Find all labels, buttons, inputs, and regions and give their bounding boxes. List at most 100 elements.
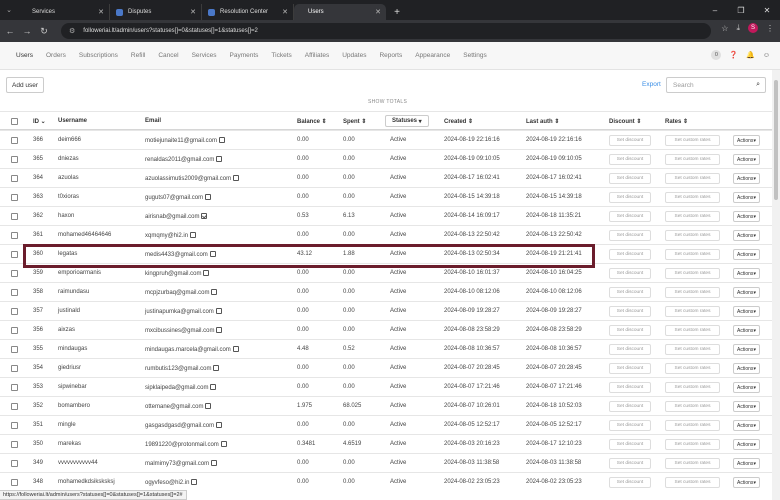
nav-item-refill[interactable]: Refill: [131, 52, 145, 59]
row-checkbox[interactable]: [11, 289, 18, 296]
set-discount-button[interactable]: Set discount: [609, 439, 651, 450]
page-scrollbar[interactable]: [772, 70, 780, 500]
actions-dropdown-button[interactable]: Actions ▾: [733, 249, 760, 260]
tab-close-icon[interactable]: ✕: [375, 8, 381, 16]
set-discount-button[interactable]: Set discount: [609, 192, 651, 203]
spent-column-header[interactable]: Spent ⇕: [343, 118, 366, 125]
browser-tab[interactable]: Services ✕: [18, 4, 110, 20]
download-icon[interactable]: ⤓: [736, 23, 740, 33]
statuses-filter-button[interactable]: Statuses ▾: [385, 115, 429, 127]
set-custom-rates-button[interactable]: Set custom rates: [665, 268, 720, 279]
last-auth-column-header[interactable]: Last auth ⇕: [526, 118, 559, 125]
set-discount-button[interactable]: Set discount: [609, 458, 651, 469]
set-custom-rates-button[interactable]: Set custom rates: [665, 344, 720, 355]
set-discount-button[interactable]: Set discount: [609, 230, 651, 241]
nav-item-subscriptions[interactable]: Subscriptions: [79, 52, 118, 59]
row-checkbox[interactable]: [11, 403, 18, 410]
actions-dropdown-button[interactable]: Actions ▾: [733, 192, 760, 203]
set-discount-button[interactable]: Set discount: [609, 154, 651, 165]
nav-item-services[interactable]: Services: [192, 52, 217, 59]
maximize-icon[interactable]: ❐: [728, 0, 754, 20]
set-custom-rates-button[interactable]: Set custom rates: [665, 135, 720, 146]
tab-close-icon[interactable]: ✕: [98, 8, 104, 16]
row-checkbox[interactable]: [11, 213, 18, 220]
set-discount-button[interactable]: Set discount: [609, 287, 651, 298]
row-checkbox[interactable]: [11, 232, 18, 239]
set-discount-button[interactable]: Set discount: [609, 211, 651, 222]
nav-item-orders[interactable]: Orders: [46, 52, 66, 59]
actions-dropdown-button[interactable]: Actions ▾: [733, 344, 760, 355]
set-custom-rates-button[interactable]: Set custom rates: [665, 192, 720, 203]
actions-dropdown-button[interactable]: Actions ▾: [733, 439, 760, 450]
select-all-checkbox[interactable]: [11, 118, 18, 125]
export-link[interactable]: Export: [642, 81, 661, 88]
set-custom-rates-button[interactable]: Set custom rates: [665, 363, 720, 374]
set-custom-rates-button[interactable]: Set custom rates: [665, 325, 720, 336]
set-discount-button[interactable]: Set discount: [609, 268, 651, 279]
set-custom-rates-button[interactable]: Set custom rates: [665, 439, 720, 450]
set-discount-button[interactable]: Set discount: [609, 420, 651, 431]
actions-dropdown-button[interactable]: Actions ▾: [733, 401, 760, 412]
nav-item-updates[interactable]: Updates: [342, 52, 366, 59]
new-tab-icon[interactable]: +: [390, 4, 404, 20]
nav-item-settings[interactable]: Settings: [463, 52, 487, 59]
set-discount-button[interactable]: Set discount: [609, 325, 651, 336]
row-checkbox[interactable]: [11, 251, 18, 258]
set-custom-rates-button[interactable]: Set custom rates: [665, 173, 720, 184]
nav-item-appearance[interactable]: Appearance: [415, 52, 450, 59]
search-input[interactable]: [673, 81, 753, 89]
actions-dropdown-button[interactable]: Actions ▾: [733, 230, 760, 241]
scrollbar-thumb[interactable]: [774, 80, 778, 200]
row-checkbox[interactable]: [11, 384, 18, 391]
actions-dropdown-button[interactable]: Actions ▾: [733, 363, 760, 374]
profile-avatar[interactable]: S: [748, 23, 758, 33]
actions-dropdown-button[interactable]: Actions ▾: [733, 135, 760, 146]
set-discount-button[interactable]: Set discount: [609, 477, 651, 488]
actions-dropdown-button[interactable]: Actions ▾: [733, 306, 760, 317]
notification-count-badge[interactable]: 0: [711, 50, 722, 60]
reload-icon[interactable]: ↻: [37, 26, 51, 37]
row-checkbox[interactable]: [11, 346, 18, 353]
set-discount-button[interactable]: Set discount: [609, 382, 651, 393]
set-discount-button[interactable]: Set discount: [609, 344, 651, 355]
tab-search-icon[interactable]: ⌄: [0, 0, 18, 20]
set-custom-rates-button[interactable]: Set custom rates: [665, 306, 720, 317]
row-checkbox[interactable]: [11, 441, 18, 448]
actions-dropdown-button[interactable]: Actions ▾: [733, 211, 760, 222]
help-icon[interactable]: ❓: [729, 51, 738, 59]
actions-dropdown-button[interactable]: Actions ▾: [733, 173, 760, 184]
forward-icon[interactable]: →: [20, 26, 34, 36]
row-checkbox[interactable]: [11, 365, 18, 372]
nav-item-users[interactable]: Users: [16, 52, 33, 59]
actions-dropdown-button[interactable]: Actions ▾: [733, 382, 760, 393]
set-custom-rates-button[interactable]: Set custom rates: [665, 287, 720, 298]
site-info-icon[interactable]: ⚙: [69, 27, 75, 35]
set-custom-rates-button[interactable]: Set custom rates: [665, 211, 720, 222]
browser-tab[interactable]: Disputes ✕: [110, 4, 202, 20]
tab-close-icon[interactable]: ✕: [190, 8, 196, 16]
actions-dropdown-button[interactable]: Actions ▾: [733, 154, 760, 165]
row-checkbox[interactable]: [11, 327, 18, 334]
add-user-button[interactable]: Add user: [6, 77, 45, 93]
minimize-icon[interactable]: –: [702, 0, 728, 20]
actions-dropdown-button[interactable]: Actions ▾: [733, 325, 760, 336]
browser-tab[interactable]: Resolution Center ✕: [202, 4, 294, 20]
row-checkbox[interactable]: [11, 460, 18, 467]
set-discount-button[interactable]: Set discount: [609, 135, 651, 146]
rates-column-header[interactable]: Rates ⇕: [665, 118, 688, 125]
discount-column-header[interactable]: Discount ⇕: [609, 118, 641, 125]
set-discount-button[interactable]: Set discount: [609, 249, 651, 260]
set-custom-rates-button[interactable]: Set custom rates: [665, 382, 720, 393]
tab-close-icon[interactable]: ✕: [282, 8, 288, 16]
close-window-icon[interactable]: ✕: [754, 0, 780, 20]
browser-tab[interactable]: Users ✕: [294, 4, 386, 20]
row-checkbox[interactable]: [11, 194, 18, 201]
set-custom-rates-button[interactable]: Set custom rates: [665, 401, 720, 412]
account-icon[interactable]: ☺: [763, 52, 770, 59]
actions-dropdown-button[interactable]: Actions ▾: [733, 420, 760, 431]
set-custom-rates-button[interactable]: Set custom rates: [665, 477, 720, 488]
nav-item-tickets[interactable]: Tickets: [271, 52, 291, 59]
row-checkbox[interactable]: [11, 270, 18, 277]
notifications-bell-icon[interactable]: 🔔: [746, 51, 755, 59]
id-column-header[interactable]: ID ⌄: [33, 118, 46, 125]
